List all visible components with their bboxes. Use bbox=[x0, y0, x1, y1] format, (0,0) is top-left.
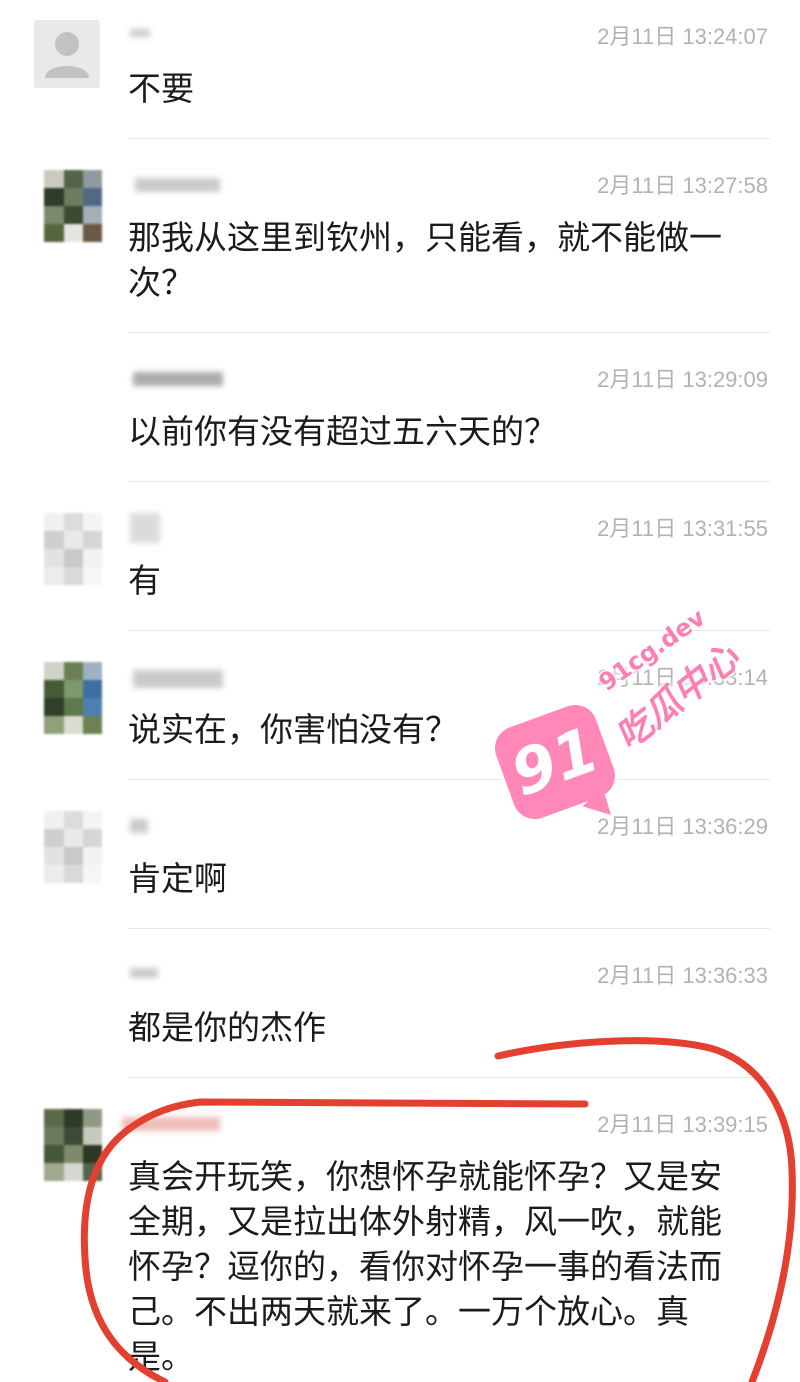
avatar bbox=[44, 662, 102, 734]
message-meta: 2月11日 13:24:07 bbox=[128, 25, 768, 49]
message-text: 肯定啊 bbox=[128, 859, 227, 898]
message-meta: 2月11日 13:39:15 bbox=[122, 1112, 768, 1137]
message-item[interactable]: 2月11日 13:36:33 都是你的杰作 bbox=[0, 929, 800, 1077]
message-meta: 2月11日 13:36:29 bbox=[128, 815, 768, 839]
message-text: 不要 bbox=[128, 69, 194, 108]
redacted-sender-name bbox=[133, 670, 223, 688]
message-text: 真会开玩笑，你想怀孕就能怀孕？又是安全期，又是拉出体外射精，风一吹，就能怀孕？逗… bbox=[128, 1157, 722, 1376]
message-meta: 2月11日 13:29:09 bbox=[128, 368, 768, 392]
message-item[interactable]: 2月11日 13:27:58 那我从这里到钦州，只能看，就不能做一次？ bbox=[0, 139, 800, 332]
redacted-sender-name bbox=[130, 968, 158, 978]
message-meta: 2月11日 13:36:33 bbox=[128, 964, 768, 988]
redacted-sender-name bbox=[122, 1117, 220, 1131]
message-meta: 2月11日 13:33:14 bbox=[128, 666, 768, 690]
chat-history-list: 2月11日 13:24:07 不要 2月11日 13:27:58 那我从这里到钦… bbox=[0, 0, 800, 1379]
message-item[interactable]: 2月11日 13:31:55 有 bbox=[0, 482, 800, 630]
message-text: 有 bbox=[128, 561, 161, 600]
message-item[interactable]: 2月11日 13:29:09 以前你有没有超过五六天的？ bbox=[0, 333, 800, 481]
avatar bbox=[44, 1109, 102, 1181]
message-timestamp: 2月11日 13:39:15 bbox=[597, 1112, 768, 1137]
avatar bbox=[44, 170, 102, 242]
message-item[interactable]: 2月11日 13:33:14 说实在，你害怕没有？ bbox=[0, 631, 800, 779]
redacted-sender-name bbox=[130, 819, 148, 833]
message-timestamp: 2月11日 13:33:14 bbox=[597, 665, 768, 690]
message-timestamp: 2月11日 13:36:33 bbox=[597, 963, 768, 988]
message-text: 说实在，你害怕没有？ bbox=[128, 710, 458, 749]
redacted-sender-name bbox=[130, 29, 150, 37]
message-item[interactable]: 2月11日 13:36:29 肯定啊 bbox=[0, 780, 800, 928]
redacted-sender-name bbox=[130, 513, 160, 543]
person-icon bbox=[45, 32, 89, 78]
message-text: 以前你有没有超过五六天的？ bbox=[128, 412, 557, 451]
message-timestamp: 2月11日 13:27:58 bbox=[597, 173, 768, 198]
message-timestamp: 2月11日 13:24:07 bbox=[597, 24, 768, 49]
message-timestamp: 2月11日 13:29:09 bbox=[597, 367, 768, 392]
message-timestamp: 2月11日 13:31:55 bbox=[597, 516, 768, 541]
redacted-sender-name bbox=[135, 178, 220, 192]
message-text: 都是你的杰作 bbox=[128, 1008, 326, 1047]
message-item[interactable]: 2月11日 13:24:07 不要 bbox=[0, 0, 800, 138]
message-timestamp: 2月11日 13:36:29 bbox=[597, 814, 768, 839]
avatar bbox=[44, 811, 102, 883]
redacted-sender-name bbox=[133, 372, 223, 386]
avatar bbox=[44, 513, 102, 585]
chat-history-page: 2月11日 13:24:07 不要 2月11日 13:27:58 那我从这里到钦… bbox=[0, 0, 800, 1382]
message-meta: 2月11日 13:27:58 bbox=[128, 174, 768, 198]
avatar bbox=[34, 20, 100, 88]
message-text: 那我从这里到钦州，只能看，就不能做一次？ bbox=[128, 218, 722, 302]
message-meta: 2月11日 13:31:55 bbox=[128, 513, 768, 543]
message-item[interactable]: 2月11日 13:39:15 真会开玩笑，你想怀孕就能怀孕？又是安全期，又是拉出… bbox=[0, 1078, 800, 1379]
